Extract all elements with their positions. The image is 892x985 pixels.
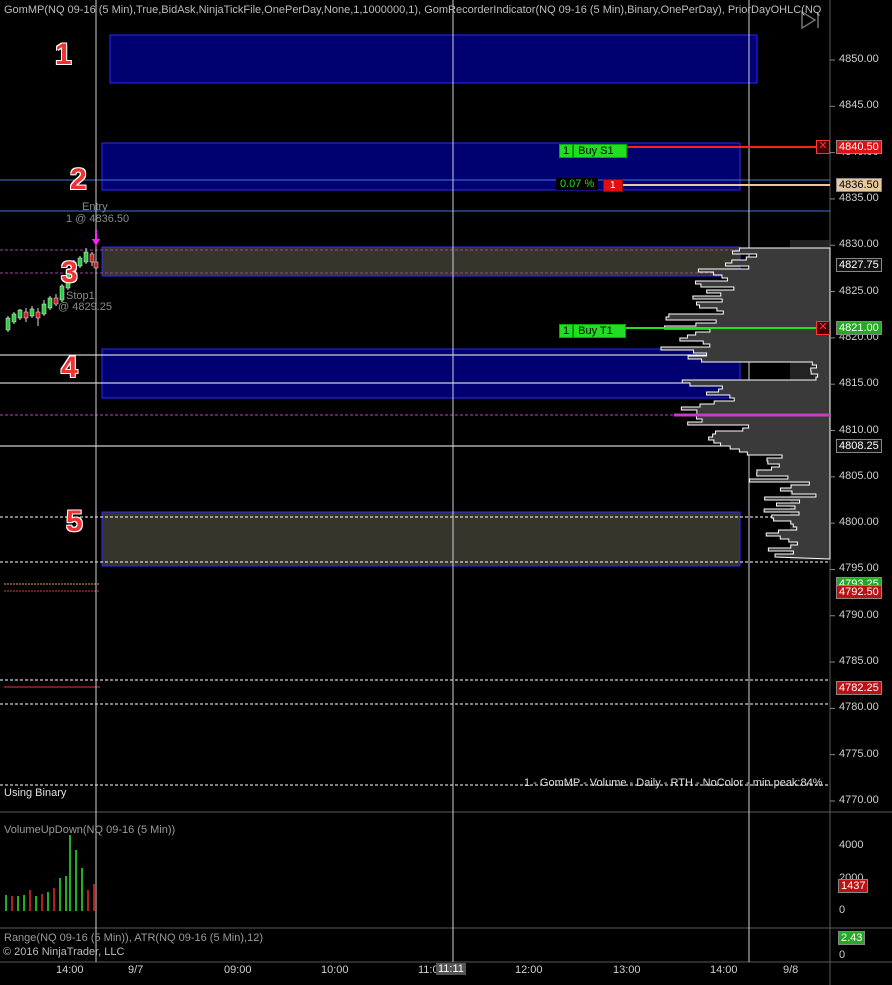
price-badge: 4840.50: [836, 140, 882, 154]
stop-fill-label: @ 4829.25: [58, 301, 112, 313]
price-tick-label: 4780.00: [839, 701, 879, 714]
volume-bar: [5, 895, 7, 911]
volume-bar: [59, 878, 61, 911]
price-tick-label: 4795.00: [839, 562, 879, 575]
target-order-qty: 1: [559, 324, 574, 338]
range-tick-label: 0: [839, 949, 846, 961]
candle-body: [29, 308, 35, 317]
price-tick-label: 4850.00: [839, 53, 879, 65]
range-panel-title: Range(NQ 09-16 (5 Min)), ATR(NQ 09-16 (5…: [4, 932, 263, 944]
target-order-label: Buy T1: [573, 324, 626, 338]
volume-bar: [41, 894, 43, 911]
entry-marker: [92, 230, 100, 246]
price-tick-label: 4800.00: [839, 516, 879, 529]
zone-2: [101, 142, 741, 191]
price-badge: 4808.25: [836, 439, 882, 453]
price-tick-label: 4835.00: [839, 191, 879, 204]
zone-number-2: 2: [70, 163, 87, 196]
chart-canvas[interactable]: [0, 0, 892, 985]
zone-3: [101, 246, 741, 277]
volume-bar: [53, 888, 55, 911]
volume-bar: [23, 895, 25, 911]
time-cursor-badge: 11:11: [436, 963, 466, 975]
volume-bar: [29, 890, 31, 911]
price-badge: 4836.50: [836, 178, 882, 192]
volume-tick-label: 0: [839, 904, 846, 916]
volume-bars: [5, 835, 95, 911]
volume-panel-title: VolumeUpDown(NQ 09-16 (5 Min)): [4, 824, 176, 836]
candle-body: [17, 309, 23, 319]
stop-order-tag[interactable]: 1 Buy S1: [559, 141, 627, 159]
volume-bar: [65, 876, 67, 911]
volume-bar: [81, 868, 83, 911]
price-badge: 4827.75: [836, 258, 882, 272]
zones: [101, 34, 758, 567]
candle-body: [5, 317, 11, 331]
volume-bar: [93, 884, 95, 911]
time-tick-label: 14:00: [56, 964, 84, 976]
price-tick-label: 4805.00: [839, 469, 879, 482]
price-tick-label: 4790.00: [839, 608, 879, 621]
target-order-tag[interactable]: 1 Buy T1: [559, 321, 626, 339]
time-tick-label: 10:00: [321, 964, 349, 976]
volume-bar: [69, 835, 71, 911]
volume-bar: [35, 896, 37, 911]
price-badge: 4792.50: [836, 585, 882, 599]
volume-profile-label: 1 - GomMP - Volume - Daily - RTH - NoCol…: [524, 777, 823, 789]
price-tick-label: 4810.00: [839, 423, 879, 436]
price-tick-label: 4770.00: [839, 794, 879, 806]
candle-body: [35, 311, 41, 319]
volume-tick-label: 4000: [839, 839, 864, 851]
price-tick-label: 4830.00: [839, 238, 879, 251]
time-tick-label: 9/8: [783, 964, 799, 976]
candle-body: [11, 313, 17, 323]
volume-bar: [11, 896, 13, 911]
candle-body: [47, 297, 53, 309]
volume-bar: [47, 892, 49, 911]
price-tick-label: 4825.00: [839, 284, 879, 297]
candle-body: [41, 303, 47, 315]
candle-body: [77, 257, 83, 267]
price-tick-label: 4775.00: [839, 747, 879, 760]
range-badge: 2.43: [838, 931, 866, 945]
zone-number-4: 4: [61, 351, 78, 384]
time-tick-label: 14:00: [710, 964, 738, 976]
volume-bar: [87, 890, 89, 911]
position-pnl: 0.07 %: [556, 178, 599, 190]
volume-badge: 1437: [838, 879, 869, 893]
zone-number-1: 1: [55, 38, 72, 71]
using-binary-label: Using Binary: [4, 787, 67, 799]
stop-order-qty: 1: [559, 144, 574, 158]
price-tick-label: 4845.00: [839, 99, 879, 112]
candle-body: [93, 261, 99, 269]
time-tick-label: 9/7: [128, 964, 144, 976]
time-tick-label: 13:00: [613, 964, 641, 976]
zone-5: [101, 511, 741, 567]
volume-bar: [17, 896, 19, 911]
zone-number-3: 3: [61, 256, 78, 289]
indicator-header: GomMP(NQ 09-16 (5 Min),True,BidAsk,Ninja…: [4, 4, 822, 16]
stop-order-label: Buy S1: [573, 144, 627, 158]
close-target-order-icon[interactable]: ✕: [816, 321, 830, 335]
candle-body: [83, 251, 89, 263]
candle-body: [89, 253, 95, 263]
zone-4: [101, 348, 741, 399]
time-tick-label: 12:00: [515, 964, 543, 976]
volume-bar: [75, 850, 77, 911]
zone-number-5: 5: [66, 505, 83, 538]
price-tick-label: 4785.00: [839, 655, 879, 668]
price-badge: 4782.25: [836, 681, 882, 695]
candle-body: [23, 311, 29, 319]
price-tick-label: 4815.00: [839, 377, 879, 390]
close-stop-order-icon[interactable]: ✕: [816, 140, 830, 154]
entry-label: Entry: [82, 201, 108, 213]
zone-1: [109, 34, 758, 84]
time-tick-label: 09:00: [224, 964, 252, 976]
entry-fill-label: 1 @ 4836.50: [66, 213, 130, 225]
price-badge: 4821.00: [836, 321, 882, 335]
copyright: © 2016 NinjaTrader, LLC: [3, 946, 125, 958]
position-qty[interactable]: 1: [603, 179, 623, 192]
